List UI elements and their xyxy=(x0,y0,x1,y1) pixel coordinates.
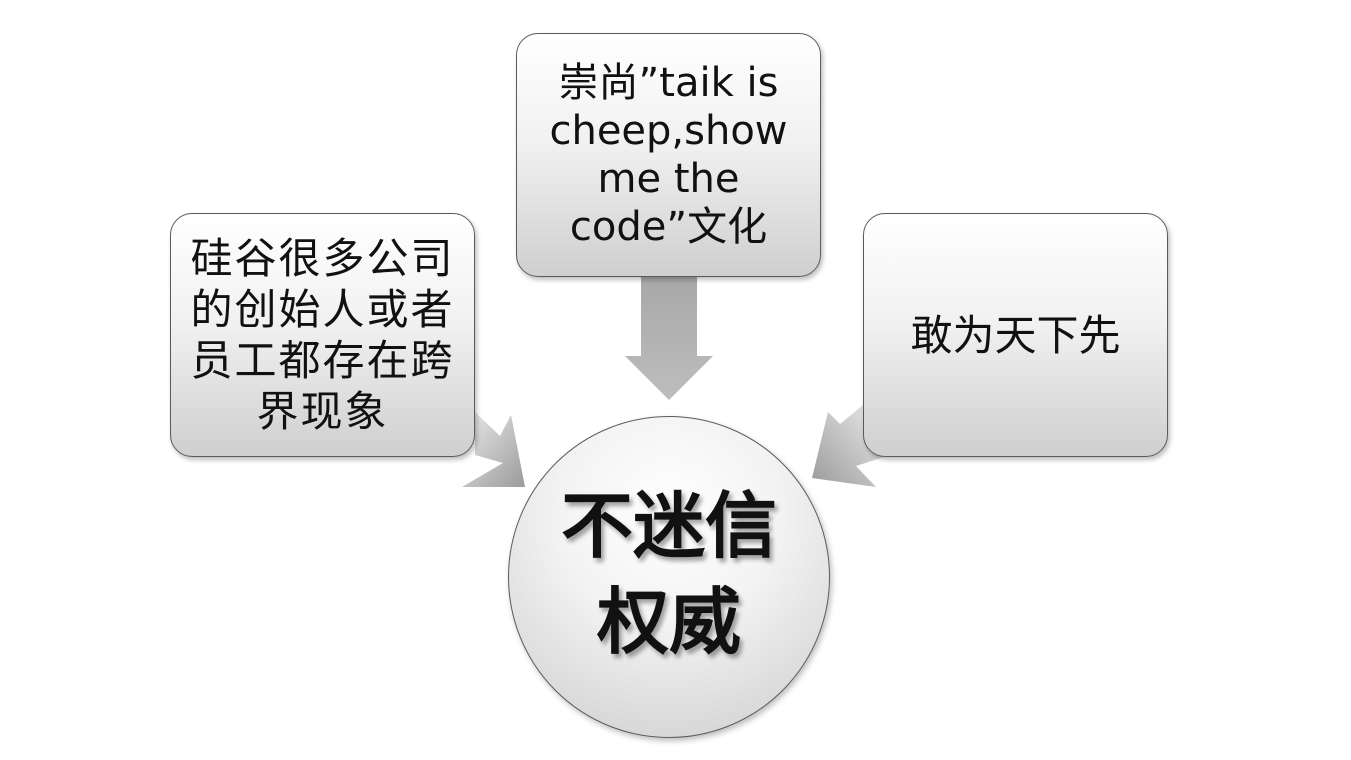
left-box: 硅谷很多公司的创始人或者员工都存在跨界现象 xyxy=(170,213,475,457)
top-box-text: 崇尚”taik is cheep,show me the code”文化 xyxy=(549,60,788,250)
right-box: 敢为天下先 xyxy=(863,213,1168,457)
top-box: 崇尚”taik is cheep,show me the code”文化 xyxy=(516,33,821,277)
center-text: 不迷信权威 xyxy=(560,484,777,664)
center-circle: 不迷信权威 xyxy=(508,416,830,738)
right-box-text: 敢为天下先 xyxy=(910,310,1121,360)
left-box-text: 硅谷很多公司的创始人或者员工都存在跨界现象 xyxy=(190,234,455,436)
arrow-down xyxy=(625,277,713,400)
